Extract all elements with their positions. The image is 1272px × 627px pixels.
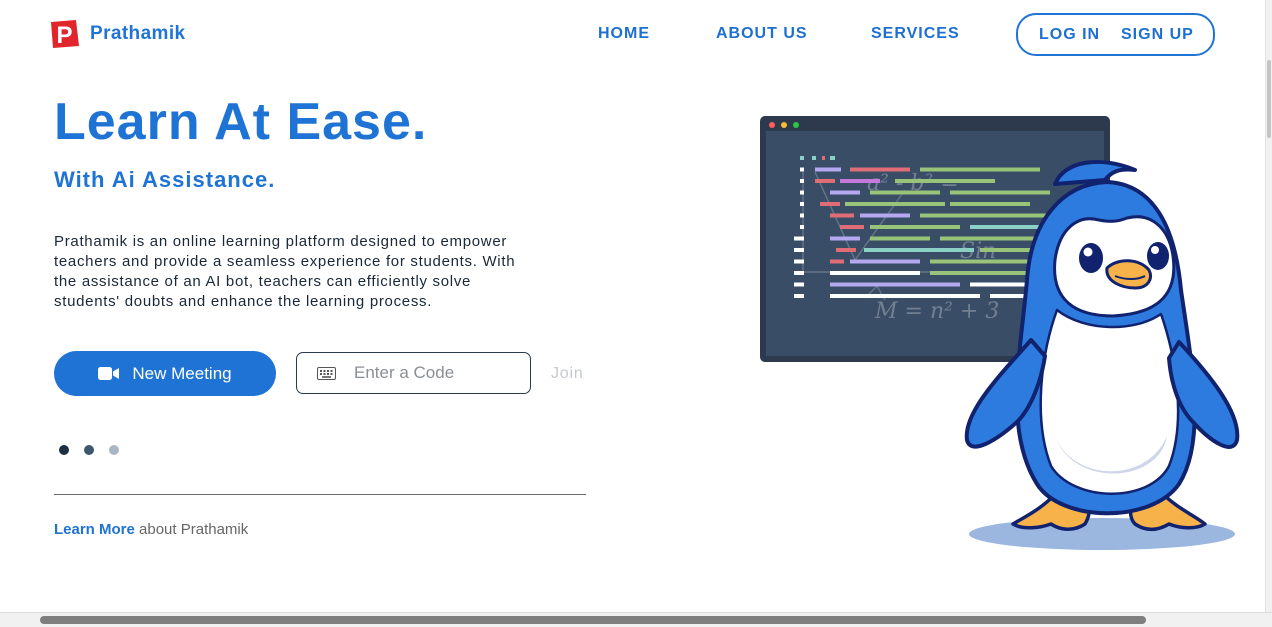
code-line-segment (800, 213, 804, 218)
code-line-segment (850, 259, 920, 264)
learn-more-suffix: about Prathamik (139, 521, 249, 538)
code-line-segment (794, 294, 804, 298)
description-line: teachers and provide a seamless experien… (54, 253, 516, 270)
code-line-segment (830, 259, 844, 264)
join-button[interactable]: Join (551, 365, 584, 383)
code-line-segment (840, 179, 880, 183)
nav-about-link[interactable]: ABOUT US (716, 25, 808, 43)
code-line-segment (870, 225, 960, 229)
carousel-dot-3[interactable] (109, 445, 119, 455)
code-line-segment (794, 259, 804, 264)
code-line-segment (895, 179, 995, 183)
description-line: students' doubts and enhance the learnin… (54, 293, 433, 310)
carousel-dot-1[interactable] (59, 445, 69, 455)
learn-more-line: Learn More about Prathamik (54, 521, 248, 538)
landing-page: P Prathamik HOME ABOUT US SERVICES LOG I… (0, 0, 1265, 612)
meeting-code-input[interactable] (352, 362, 526, 384)
horizontal-scrollbar-thumb[interactable] (40, 616, 1146, 624)
code-line-segment (800, 179, 804, 183)
code-line-segment (800, 202, 804, 206)
code-line-segment (794, 282, 804, 287)
code-line-segment (830, 156, 835, 160)
code-line-segment (800, 156, 804, 160)
code-line-segment (815, 179, 835, 183)
code-line-segment (800, 225, 804, 229)
code-line-segment (830, 282, 960, 287)
code-line-segment (940, 236, 1040, 241)
code-line-segment (950, 202, 1030, 206)
code-line-segment (830, 236, 860, 241)
svg-text:P: P (56, 22, 72, 49)
code-line-segment (840, 225, 864, 229)
new-meeting-label: New Meeting (132, 363, 232, 383)
code-line-segment (920, 167, 1040, 172)
brand-name: Prathamik (90, 23, 186, 44)
code-line-segment (812, 156, 816, 160)
code-line-segment (930, 259, 1040, 264)
signup-link[interactable]: SIGN UP (1121, 26, 1194, 44)
code-line-segment (830, 294, 980, 298)
code-line-segment (830, 271, 920, 275)
code-line-segment (864, 248, 974, 252)
nav-home-link[interactable]: HOME (598, 25, 650, 43)
hero-description: Prathamik is an online learning platform… (54, 232, 589, 312)
code-line-segment (820, 202, 840, 206)
code-line-segment (870, 190, 940, 195)
formula-text: M = n² + 3 (874, 299, 999, 324)
code-line-segment (830, 190, 860, 195)
nav-services-link[interactable]: SERVICES (871, 25, 960, 43)
code-line-segment (822, 156, 825, 160)
description-line: the assistance of an AI bot, teachers ca… (54, 273, 472, 290)
meeting-code-field[interactable] (296, 352, 531, 394)
code-line-segment (794, 271, 804, 275)
code-line-segment (794, 236, 804, 241)
code-line-segment (870, 236, 930, 241)
hero-title: Learn At Ease. (54, 93, 428, 151)
auth-pill: LOG IN SIGN UP (1016, 13, 1215, 56)
code-line-segment (794, 248, 804, 252)
code-line-segment (845, 202, 945, 206)
new-meeting-button[interactable]: New Meeting (54, 351, 276, 396)
vertical-scrollbar-thumb[interactable] (1267, 60, 1271, 138)
carousel-dot-2[interactable] (84, 445, 94, 455)
brand-logo-link[interactable]: P Prathamik (49, 19, 185, 49)
logo-icon: P (51, 20, 79, 49)
code-line-segment (836, 248, 856, 252)
learn-more-link[interactable]: Learn More (54, 521, 135, 538)
code-line-segment (815, 167, 841, 172)
description-line: Prathamik is an online learning platform… (54, 233, 508, 250)
hero-subtitle: With Ai Assistance. (54, 167, 276, 192)
hero-illustration: a² - b² = Sin M = n² + 3 (760, 116, 1240, 550)
code-line-segment (850, 167, 910, 172)
code-line-segment (950, 190, 1050, 195)
code-line-segment (860, 213, 910, 218)
video-camera-icon (98, 367, 120, 380)
login-link[interactable]: LOG IN (1039, 26, 1100, 44)
code-line-segment (920, 213, 1050, 218)
keyboard-icon (317, 366, 336, 380)
code-line-segment (830, 213, 854, 218)
section-divider (54, 494, 586, 495)
code-line-segment (800, 167, 804, 172)
code-line-segment (800, 190, 804, 195)
